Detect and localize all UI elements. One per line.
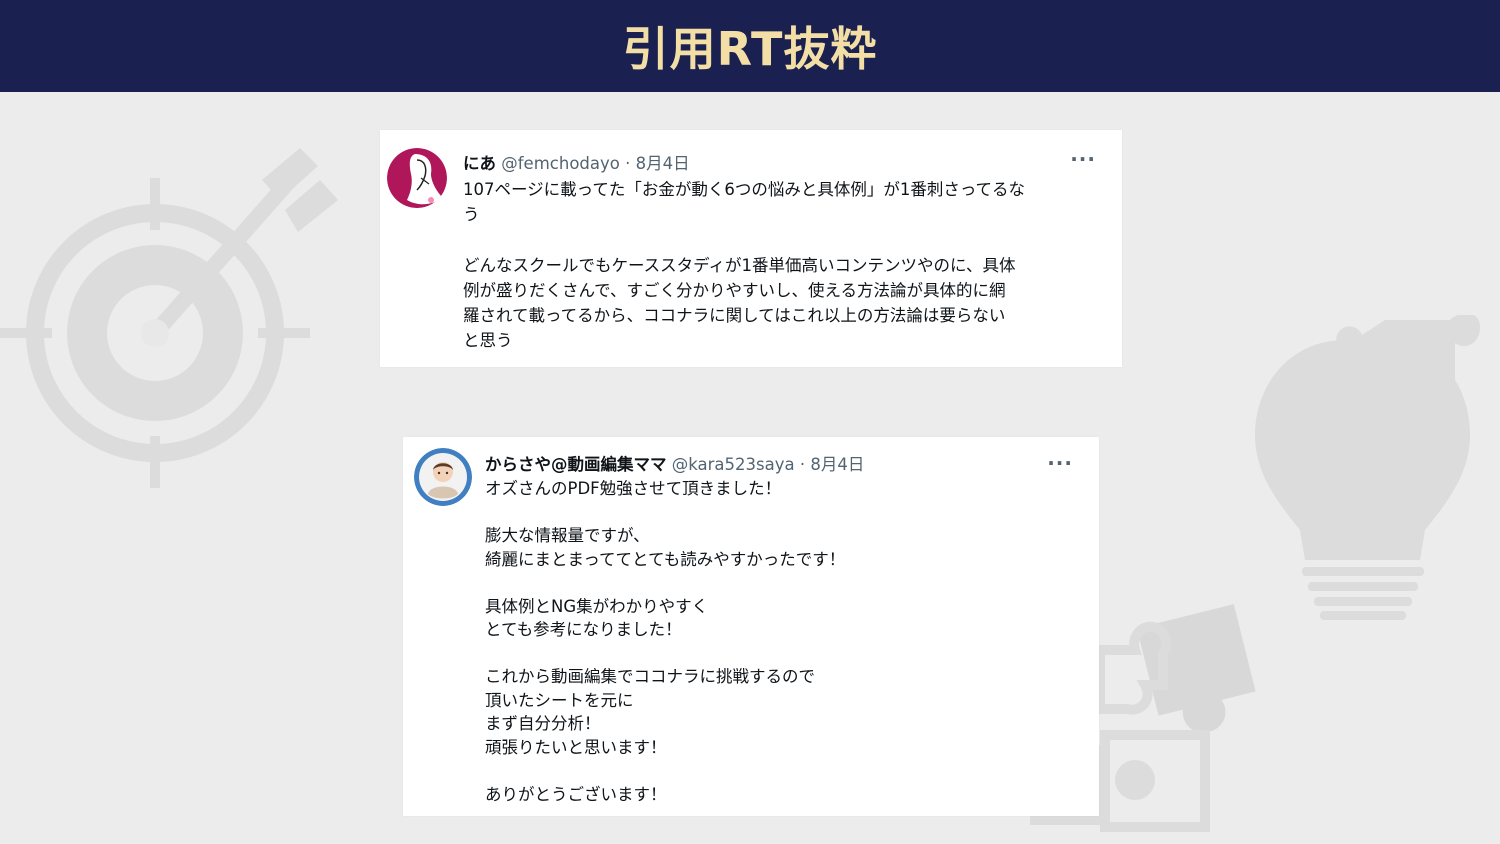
- text-line: 膨大な情報量ですが、: [485, 526, 650, 545]
- user-handle[interactable]: @femchodayo: [501, 154, 620, 173]
- text-line: まず自分分析！: [485, 714, 601, 733]
- tweet-text: 107ページに載ってた「お金が動く6つの悩みと具体例」が1番刺さってるな う ど…: [463, 177, 1103, 379]
- tweet-meta: にあ @femchodayo · 8月4日: [463, 150, 690, 174]
- tweet-date[interactable]: · 8月4日: [625, 154, 690, 173]
- text-line: 107ページに載ってた「お金が動く6つの悩みと具体例」が1番刺さってるな: [463, 180, 1026, 199]
- tweet-meta: からさや@動画編集ママ @kara523saya · 8月4日: [485, 451, 864, 475]
- tweet-date[interactable]: · 8月4日: [800, 455, 865, 474]
- tweet-paragraph: これから動画編集でココナラに挑戦するので 頂いたシートを元に まず自分分析！ 頑…: [485, 665, 1085, 759]
- text-line: とても参考になりました！: [485, 620, 682, 639]
- text-line: 頑張りたいと思います！: [485, 737, 667, 757]
- tweet-text: オズさんのPDF勉強させて頂きました！ 膨大な情報量ですが、 綺麗にまとまってて…: [485, 477, 1085, 830]
- tweet-paragraph: オズさんのPDF勉強させて頂きました！: [485, 477, 1085, 501]
- text-line: ありがとうございます！: [485, 784, 667, 804]
- tweet-paragraph: ありがとうございます！: [485, 783, 1085, 807]
- avatar[interactable]: [414, 448, 472, 506]
- text-line: どんなスクールでもケーススタディが1番単価高いコンテンツやのに、具体: [463, 255, 1016, 275]
- tweet-card-2: からさや@動画編集ママ @kara523saya · 8月4日 ··· オズさん…: [403, 437, 1099, 816]
- tweet-paragraph: 107ページに載ってた「お金が動く6つの悩みと具体例」が1番刺さってるな う: [463, 177, 1103, 228]
- text-line: オズさんのPDF勉強させて頂きました！: [485, 479, 782, 498]
- text-line: 例が盛りだくさんで、すごく分かりやすいし、使える方法論が具体的に網: [463, 280, 1006, 300]
- text-line: これから動画編集でココナラに挑戦するので: [485, 667, 815, 686]
- title-banner: 引用RT抜粋: [0, 0, 1500, 92]
- display-name[interactable]: からさや@動画編集ママ: [485, 455, 667, 474]
- text-line: 綺麗にまとまっててとても読みやすかったです！: [485, 549, 846, 569]
- text-line: 具体例とNG集がわかりやすく: [485, 596, 709, 616]
- target-arrow-icon: [0, 148, 338, 488]
- text-line: 頂いたシートを元に: [485, 690, 634, 710]
- avatar[interactable]: [387, 148, 447, 208]
- lightbulb-puzzle-icon: [1255, 315, 1480, 620]
- display-name[interactable]: にあ: [463, 154, 496, 173]
- tweet-paragraph: 具体例とNG集がわかりやすく とても参考になりました！: [485, 595, 1085, 642]
- text-line: と思う: [463, 331, 513, 351]
- page-title: 引用RT抜粋: [622, 22, 878, 76]
- more-options-icon[interactable]: ···: [1047, 453, 1073, 473]
- text-line: 羅されて載ってるから、ココナラに関してはこれ以上の方法論は要らない: [463, 306, 1006, 326]
- tweet-paragraph: どんなスクールでもケーススタディが1番単価高いコンテンツやのに、具体 例が盛りだ…: [463, 253, 1103, 354]
- more-options-icon[interactable]: ···: [1070, 149, 1096, 169]
- user-handle[interactable]: @kara523saya: [672, 455, 795, 474]
- tweet-paragraph: 膨大な情報量ですが、 綺麗にまとまっててとても読みやすかったです！: [485, 524, 1085, 571]
- text-line: う: [463, 205, 480, 225]
- tweet-card-1: にあ @femchodayo · 8月4日 ··· 107ページに載ってた「お金…: [380, 130, 1122, 367]
